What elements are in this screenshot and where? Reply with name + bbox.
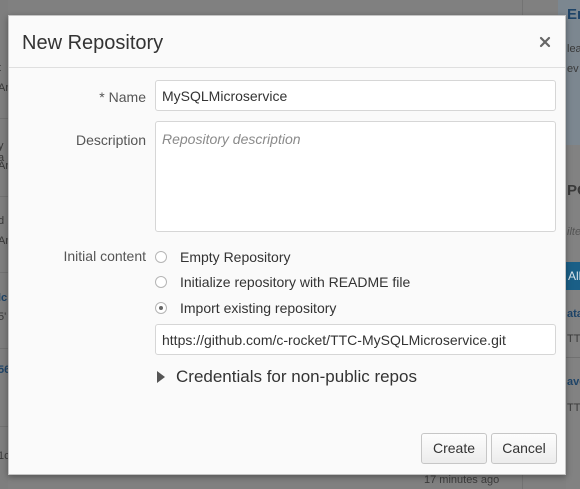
name-input[interactable] xyxy=(155,80,556,111)
bg-fragment: ave xyxy=(567,376,580,388)
radio-initialize-readme[interactable]: Initialize repository with README file xyxy=(155,272,410,292)
cancel-button[interactable]: Cancel xyxy=(491,433,557,464)
bg-fragment: TTF xyxy=(567,402,580,414)
background-right-column: Ena lea ev PO ilte All ata TTF ave TTF xyxy=(522,0,580,489)
bg-fragment: d xyxy=(0,215,5,227)
create-button[interactable]: Create xyxy=(421,433,487,464)
bg-fragment: lea xyxy=(567,43,580,55)
initial-content-label: Initial content xyxy=(63,248,147,264)
credentials-toggle[interactable]: Credentials for non-public repos xyxy=(157,367,417,387)
bg-fragment: ev xyxy=(567,63,579,75)
name-label: * Name xyxy=(99,89,146,105)
dialog-title: New Repository xyxy=(22,32,164,54)
radio-import-existing[interactable]: Import existing repository xyxy=(155,298,336,318)
close-icon[interactable] xyxy=(538,35,552,49)
bg-fragment: PO xyxy=(567,182,580,199)
radio-button-checked[interactable] xyxy=(155,302,167,314)
bg-fragment: ata xyxy=(567,308,580,320)
radio-label: Import existing repository xyxy=(180,300,337,316)
name-label-text: Name xyxy=(108,89,146,105)
required-marker: * xyxy=(99,89,105,105)
bg-fragment: TTF xyxy=(567,333,580,345)
description-textarea[interactable] xyxy=(155,121,556,232)
radio-button[interactable] xyxy=(155,276,167,288)
background-left-column: t Ar y a Ar d Ar lc 5' 56 1c xyxy=(0,0,10,489)
radio-empty-repository[interactable]: Empty Repository xyxy=(155,247,290,267)
bg-timestamp: 17 minutes ago xyxy=(424,474,500,486)
credentials-label: Credentials for non-public repos xyxy=(176,367,417,386)
triangle-right-icon[interactable] xyxy=(157,371,165,383)
new-repository-dialog: New Repository *Name Description Initial… xyxy=(8,15,566,475)
description-label: Description xyxy=(75,132,146,148)
radio-button[interactable] xyxy=(155,251,167,263)
bg-fragment: 5' xyxy=(0,311,7,323)
radio-label: Empty Repository xyxy=(180,249,291,265)
dialog-header: New Repository xyxy=(9,16,565,68)
bg-fragment: t xyxy=(0,62,1,74)
radio-label: Initialize repository with README file xyxy=(180,274,411,290)
import-url-input[interactable] xyxy=(155,324,556,355)
bg-fragment: ilte xyxy=(567,226,580,238)
bg-fragment: lc xyxy=(0,292,8,304)
bg-all-button: All xyxy=(566,262,580,290)
bg-fragment: Ena xyxy=(567,6,580,23)
